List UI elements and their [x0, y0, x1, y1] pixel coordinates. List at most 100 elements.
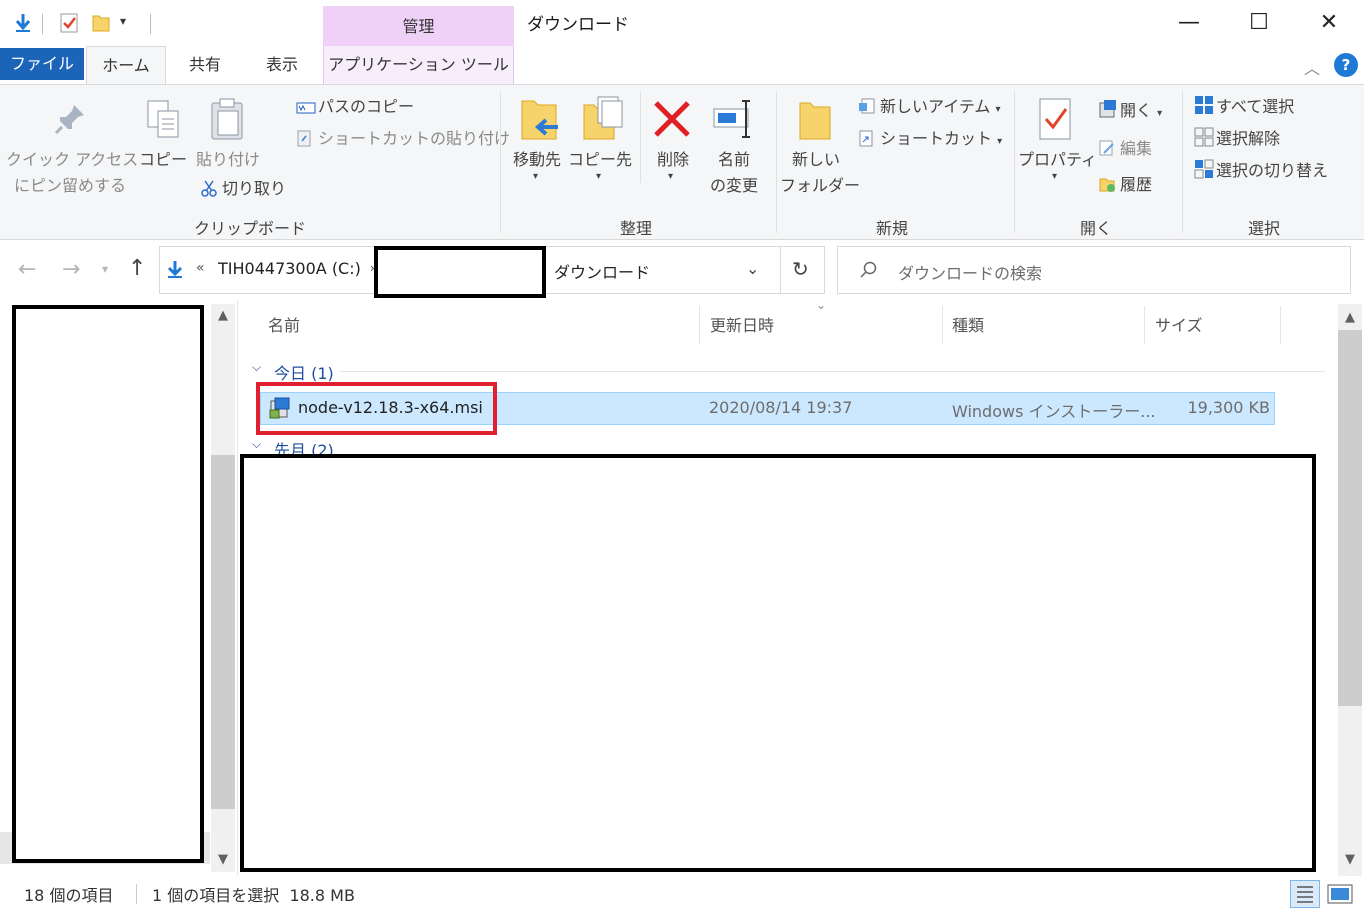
column-header-modified[interactable]: 更新日時 — [710, 312, 774, 336]
back-arrow-icon[interactable]: ← — [18, 257, 36, 282]
new-item-button[interactable]: 新しいアイテム ▾ — [858, 93, 1001, 121]
properties-caret-icon[interactable]: ▾ — [1052, 171, 1057, 182]
forward-arrow-icon[interactable]: → — [62, 257, 80, 282]
copy-path-button[interactable]: パスのコピー — [296, 93, 414, 121]
move-to-button[interactable]: 移動先 — [506, 147, 568, 172]
move-to-icon[interactable] — [518, 97, 562, 147]
content-scrollbar-thumb[interactable] — [1338, 330, 1362, 706]
properties-icon[interactable] — [1036, 97, 1076, 147]
pin-icon[interactable] — [52, 101, 88, 141]
highlight-box — [256, 382, 497, 435]
rename-label-1[interactable]: 名前 — [700, 147, 768, 172]
address-dropdown-icon[interactable]: ⌄ — [746, 259, 759, 278]
collapse-ribbon-icon[interactable]: ︿ — [1304, 55, 1320, 79]
column-header-size[interactable]: サイズ — [1155, 312, 1203, 336]
breadcrumb-drive[interactable]: TIH0447300A (C:) — [218, 259, 361, 278]
breadcrumb-overflow[interactable]: « — [196, 260, 205, 276]
minimize-button[interactable]: — — [1166, 6, 1212, 40]
cut-button[interactable]: 切り取り — [200, 175, 286, 203]
copy-to-icon[interactable] — [580, 95, 624, 147]
paste-shortcut-button[interactable]: ショートカットの貼り付け — [296, 125, 510, 153]
tab-home[interactable]: ホーム — [86, 46, 166, 86]
rename-icon[interactable] — [712, 99, 758, 143]
up-arrow-icon[interactable]: ↑ — [128, 256, 146, 281]
group-separator — [1182, 91, 1183, 233]
column-separator[interactable] — [942, 306, 943, 344]
select-group-label: 選択 — [1247, 219, 1280, 238]
status-item-count: 18 個の項目 — [24, 886, 114, 905]
open-caret-icon: ▾ — [1157, 108, 1163, 119]
copy-icon[interactable] — [144, 99, 182, 145]
edit-label: 編集 — [1120, 139, 1153, 158]
column-header-type[interactable]: 種類 — [952, 312, 984, 336]
details-view-icon[interactable] — [1290, 880, 1320, 908]
properties-down-arrow-icon[interactable] — [12, 12, 34, 34]
group-separator — [776, 91, 777, 233]
content-scroll-down-icon[interactable]: ▼ — [1338, 852, 1362, 867]
new-folder-label-1[interactable]: 新しい — [780, 147, 852, 172]
easy-access-button[interactable]: ショートカット ▾ — [858, 125, 1002, 153]
select-all-button[interactable]: すべて選択 — [1194, 93, 1294, 121]
tab-view[interactable]: 表示 — [248, 46, 316, 84]
column-header-name[interactable]: 名前 — [268, 312, 300, 336]
column-separator[interactable] — [1144, 306, 1145, 344]
checklist-icon[interactable] — [58, 12, 80, 34]
file-size: 19,300 KB — [1187, 398, 1270, 417]
properties-button[interactable]: プロパティ — [1018, 147, 1097, 172]
edit-button[interactable]: 編集 — [1098, 135, 1152, 163]
copy-button[interactable]: コピー — [136, 147, 190, 172]
select-none-button[interactable]: 選択解除 — [1194, 125, 1280, 153]
move-to-caret-icon[interactable]: ▾ — [533, 171, 538, 182]
pin-quick-access-label-1[interactable]: クイック アクセス — [6, 147, 138, 172]
paste-icon[interactable] — [208, 97, 248, 145]
qat-customize-icon[interactable]: ▾ — [120, 14, 126, 28]
ribbon: クイック アクセス にピン留めする コピー 貼り付け パスのコピー ショートカッ… — [0, 84, 1364, 240]
nav-scroll-up-icon[interactable]: ▲ — [211, 308, 235, 323]
redacted-navigation-pane — [12, 305, 204, 863]
close-button[interactable]: ✕ — [1306, 6, 1352, 40]
group-header-today[interactable]: 今日 (1) — [274, 360, 334, 384]
open-group-label: 開く — [1079, 219, 1112, 238]
column-separator[interactable] — [699, 306, 700, 344]
select-none-icon — [1194, 127, 1214, 147]
shortcut-icon — [858, 128, 876, 147]
history-button[interactable]: 履歴 — [1098, 171, 1152, 199]
nav-scroll-down-icon[interactable]: ▼ — [211, 852, 235, 867]
open-button[interactable]: 開く ▾ — [1098, 97, 1162, 125]
nav-pane-scrollbar-thumb[interactable] — [211, 455, 235, 809]
paste-button[interactable]: 貼り付け — [192, 147, 264, 172]
new-folder-icon[interactable] — [796, 97, 834, 147]
new-folder-label-2[interactable]: フォルダー — [780, 173, 860, 198]
scissors-icon — [200, 178, 218, 197]
delete-button[interactable]: 削除 — [646, 147, 700, 172]
group-collapse-chevron-icon[interactable]: ⌵ — [252, 437, 261, 452]
maximize-button[interactable]: ☐ — [1236, 6, 1282, 40]
content-scroll-up-icon[interactable]: ▲ — [1338, 310, 1362, 325]
tab-file[interactable]: ファイル — [0, 48, 84, 80]
column-separator[interactable] — [1280, 306, 1281, 344]
copy-to-caret-icon[interactable]: ▾ — [596, 171, 601, 182]
large-icons-view-icon[interactable] — [1326, 882, 1354, 910]
rename-label-2[interactable]: の変更 — [700, 173, 768, 198]
breadcrumb-current[interactable]: ダウンロード — [554, 259, 650, 283]
help-icon[interactable]: ? — [1334, 53, 1358, 77]
organize-group-label: 整理 — [619, 219, 652, 238]
qat-separator — [150, 14, 151, 34]
search-box[interactable]: ダウンロードの検索 — [837, 246, 1351, 294]
recent-locations-chevron-icon[interactable]: ▾ — [102, 262, 108, 276]
tab-share[interactable]: 共有 — [172, 46, 238, 84]
pin-quick-access-label-2[interactable]: にピン留めする — [6, 173, 134, 198]
invert-selection-button[interactable]: 選択の切り替え — [1194, 157, 1328, 185]
downloads-arrow-icon — [166, 260, 184, 284]
group-collapse-chevron-icon[interactable]: ⌵ — [252, 360, 261, 375]
refresh-icon[interactable]: ↻ — [792, 257, 809, 281]
delete-icon[interactable] — [652, 99, 692, 143]
paste-shortcut-label: ショートカットの貼り付け — [318, 129, 511, 148]
delete-caret-icon[interactable]: ▾ — [668, 171, 673, 182]
copy-to-button[interactable]: コピー先 — [568, 147, 632, 172]
folder-icon[interactable] — [90, 12, 112, 34]
tab-application-tools[interactable]: アプリケーション ツール — [323, 46, 514, 84]
select-none-label: 選択解除 — [1216, 129, 1281, 148]
pane-divider[interactable] — [237, 300, 238, 875]
manage-contextual-tab[interactable]: 管理 — [323, 6, 514, 46]
